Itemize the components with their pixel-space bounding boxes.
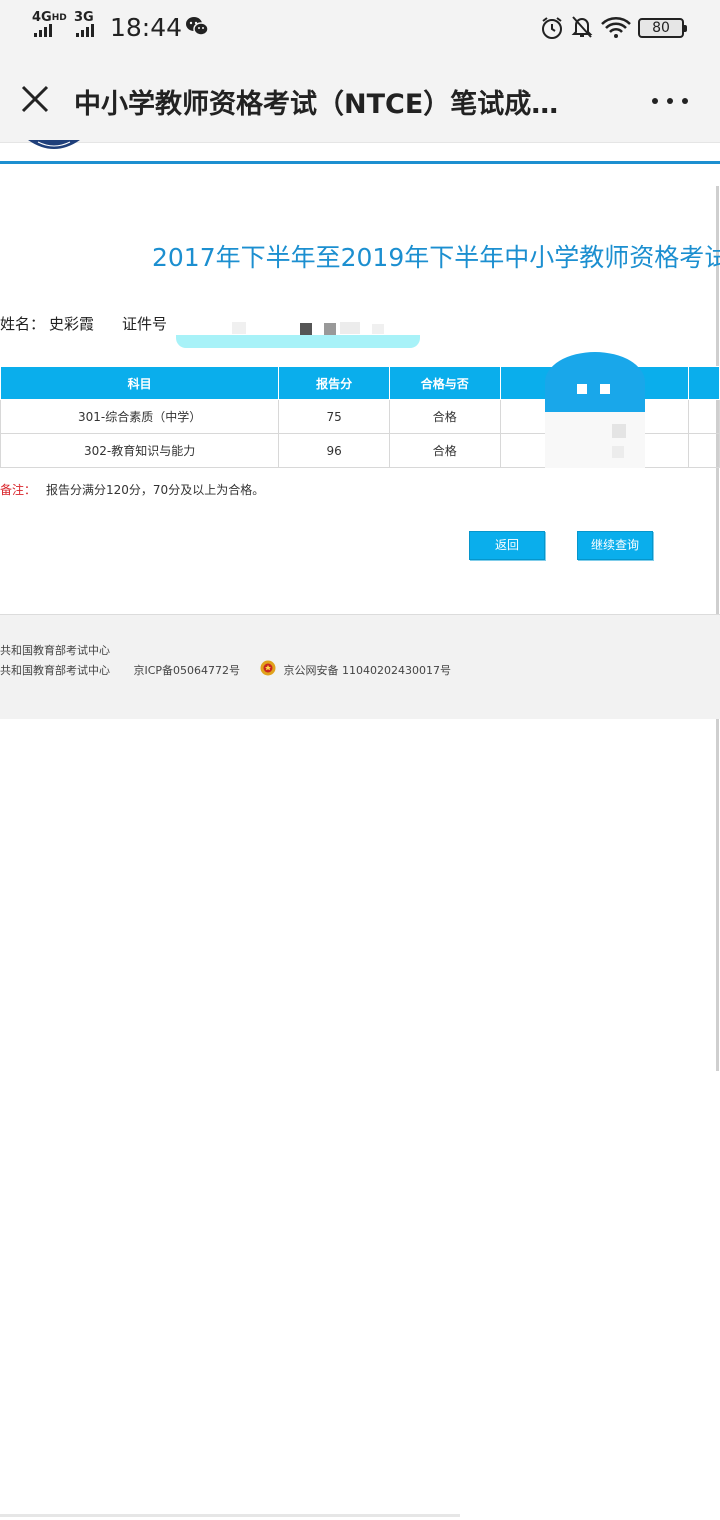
header-divider — [0, 161, 720, 164]
score-note: 备注： 报告分满分120分，70分及以上为合格。 — [0, 481, 264, 498]
redaction-mosaic — [577, 384, 587, 394]
redaction-mosaic — [176, 335, 420, 348]
cell-score: 96 — [278, 433, 390, 468]
redaction-mosaic — [300, 323, 312, 335]
icp-link[interactable]: 京ICP备05064772号 — [134, 664, 241, 677]
col-subject: 科目 — [0, 366, 280, 400]
police-badge-icon — [260, 660, 276, 676]
network-hd-label: HD — [51, 13, 67, 23]
note-label: 备注： — [0, 483, 37, 497]
back-button[interactable]: 返回 — [469, 531, 545, 560]
redaction-mosaic — [324, 323, 336, 335]
signal-bars-icon — [34, 24, 52, 37]
redaction-mosaic — [612, 446, 624, 458]
redaction-mosaic — [600, 384, 610, 394]
col-extra — [688, 366, 720, 400]
signal-bars-icon — [76, 24, 94, 37]
name-value: 史彩霞 — [49, 315, 95, 333]
cell-score: 75 — [278, 399, 390, 434]
police-record-link[interactable]: 京公网安备 11040202430017号 — [284, 664, 451, 677]
name-label: 姓名： — [0, 315, 46, 333]
browser-title-bar: 中小学教师资格考试（NTCE）笔试成… — [0, 58, 720, 143]
redaction-mosaic — [372, 324, 384, 334]
network-indicator-4g: 4GHD — [32, 10, 67, 25]
bell-muted-icon — [571, 16, 593, 38]
wifi-icon — [601, 17, 631, 38]
note-text: 报告分满分120分，70分及以上为合格。 — [46, 483, 265, 497]
bottom-divider — [0, 1514, 460, 1517]
cell-subject: 301-综合素质（中学） — [0, 399, 280, 434]
page-title: 中小学教师资格考试（NTCE）笔试成… — [74, 89, 559, 120]
redaction-mosaic — [612, 424, 626, 438]
site-logo-icon — [28, 140, 80, 149]
col-pass: 合格与否 — [388, 366, 501, 400]
clock-time: 18:44 — [110, 13, 183, 42]
id-label: 证件号 — [122, 315, 168, 333]
footer-line2: 共和国教育部考试中心 京ICP备05064772号 京公网安备 11040202… — [0, 662, 451, 678]
close-icon[interactable] — [20, 84, 50, 114]
redaction-mosaic — [340, 322, 360, 334]
redaction-mosaic — [545, 352, 645, 412]
footer-org: 共和国教育部考试中心 — [0, 644, 110, 657]
network-indicator-3g: 3G — [74, 10, 94, 25]
col-score: 报告分 — [278, 366, 390, 400]
results-heading: 2017年下半年至2019年下半年中小学教师资格考试 — [152, 243, 720, 272]
cell-subject: 302-教育知识与能力 — [0, 433, 280, 468]
continue-query-button[interactable]: 继续查询 — [577, 531, 653, 560]
battery-indicator: 80 — [638, 18, 687, 38]
network-4g-label: 4G — [32, 10, 52, 25]
status-bar: 4GHD 3G 18:44 80 — [0, 0, 720, 58]
footer-org-2: 共和国教育部考试中心 — [0, 664, 110, 677]
cell-pass: 合格 — [388, 433, 501, 468]
alarm-clock-icon — [542, 17, 562, 39]
wechat-icon — [186, 17, 209, 36]
more-options-icon[interactable] — [650, 96, 690, 106]
cell-pass: 合格 — [388, 399, 501, 434]
page-footer: 共和国教育部考试中心 共和国教育部考试中心 京ICP备05064772号 京公网… — [0, 614, 720, 719]
cell-extra — [688, 433, 720, 468]
cell-extra — [688, 399, 720, 434]
network-3g-label: 3G — [74, 10, 94, 25]
redaction-mosaic — [545, 412, 645, 468]
candidate-info: 姓名： 史彩霞 证件号 — [0, 313, 195, 334]
redaction-mosaic — [232, 322, 246, 334]
